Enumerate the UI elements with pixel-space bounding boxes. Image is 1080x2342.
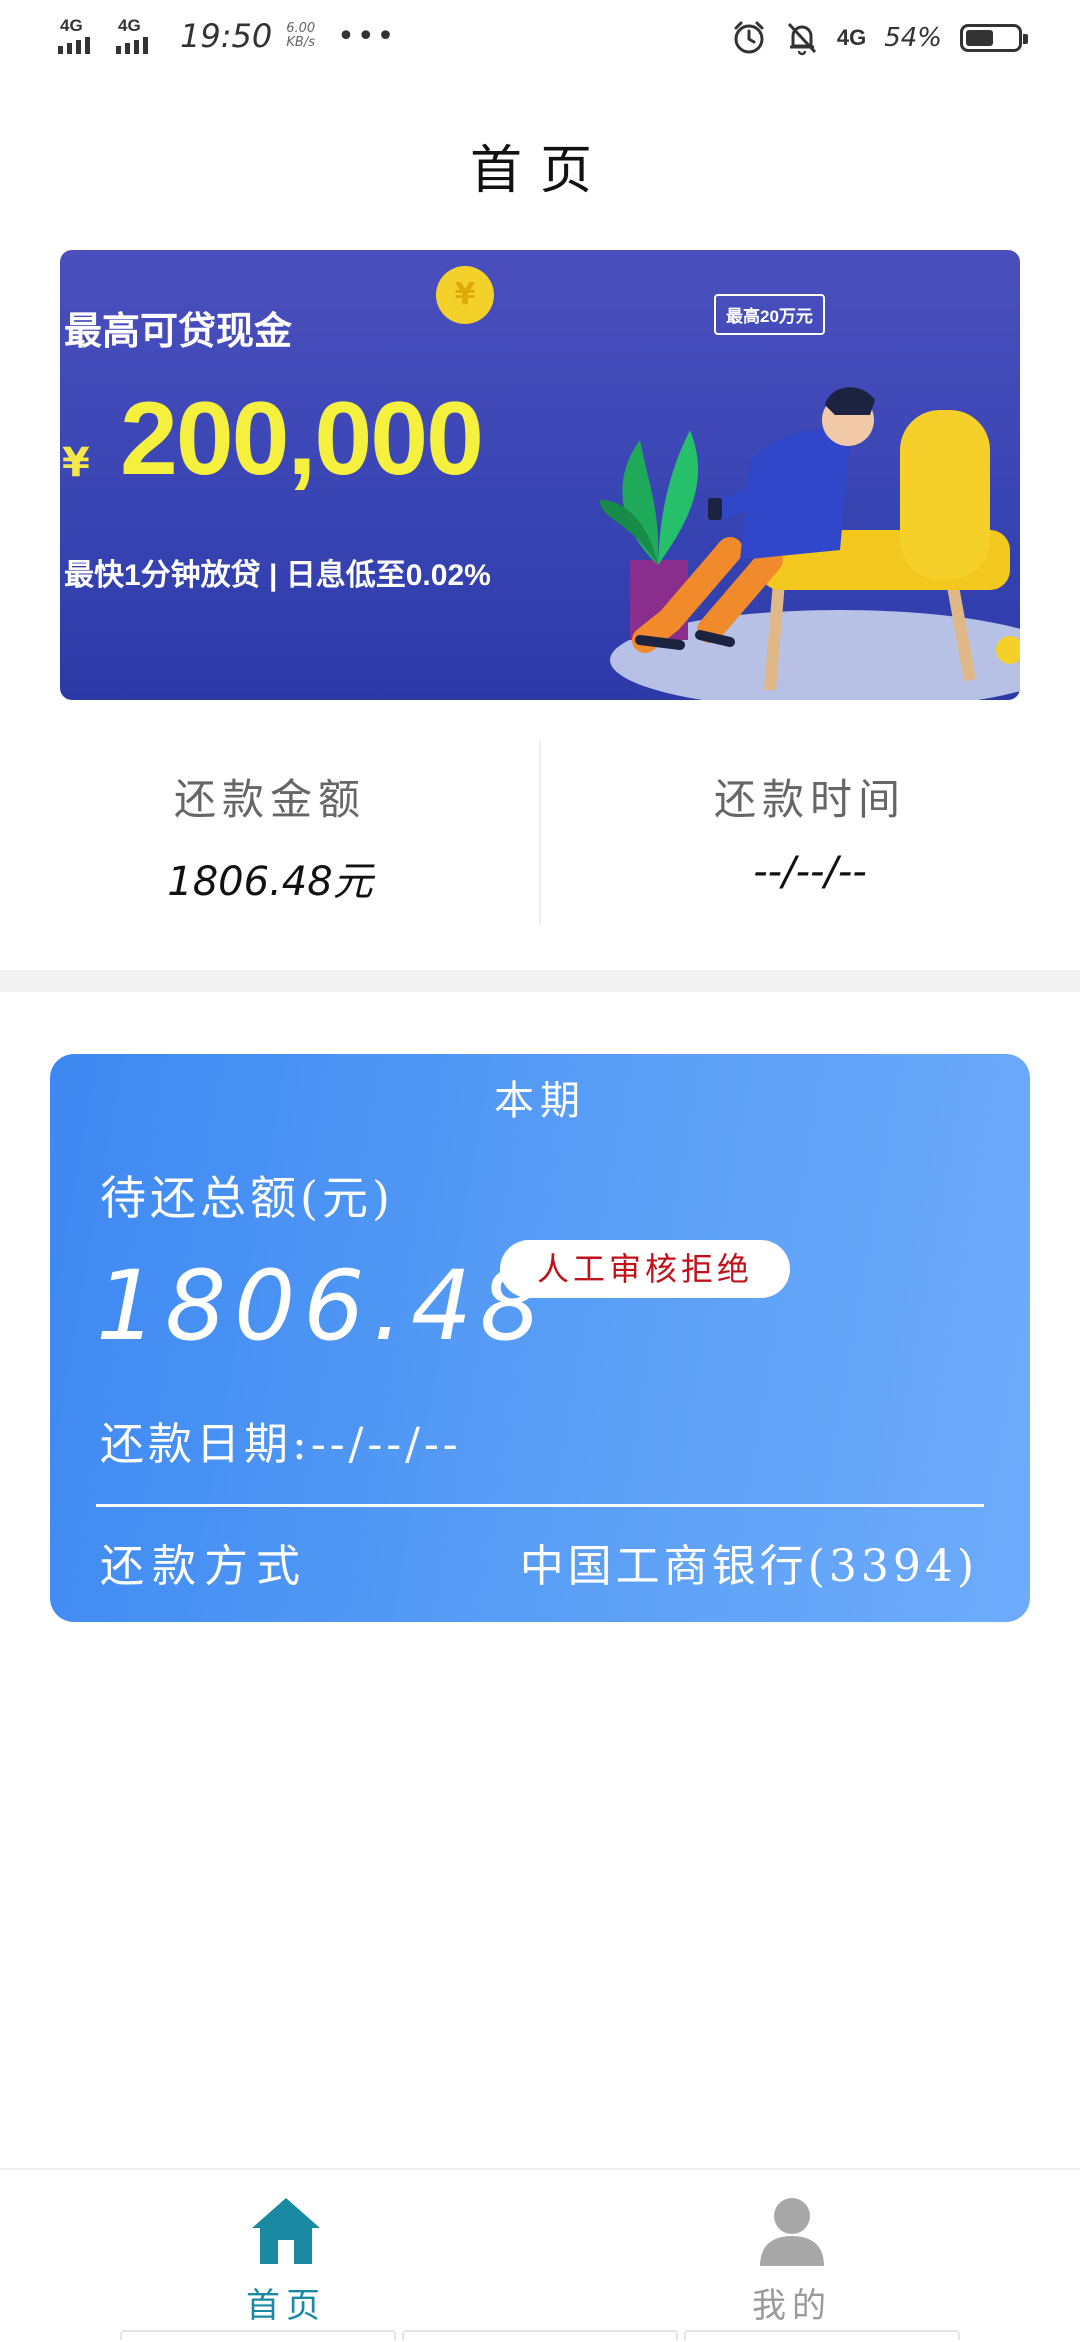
nav-mine-label: 我的 [752, 2286, 832, 2326]
nav-home[interactable]: 首页 [186, 2192, 386, 2327]
speed-value: 6.00 [286, 21, 316, 36]
payment-method-value[interactable]: 中国工商银行(3394) [520, 1530, 978, 1594]
time-summary: 还款时间 --/--/-- [540, 740, 1080, 895]
page-title: 首页 [469, 141, 610, 201]
time-value: --/--/-- [753, 849, 867, 895]
signal-icon: 4G [58, 16, 102, 56]
amount-value: 1806.48元 [167, 859, 373, 905]
current-bill-card[interactable]: 本期 待还总额(元) 1806.48 人工审核拒绝 还款日期:--/--/-- … [50, 1054, 1030, 1622]
banner-subline: 最快1分钟放贷 | 日息低至0.02% [64, 559, 491, 592]
total-due-label: 待还总额(元) [100, 1171, 394, 1225]
home-icon [252, 2198, 320, 2264]
time-label: 还款时间 [713, 775, 906, 824]
mute-bell-icon [787, 22, 816, 56]
coin-icon: ¥ [436, 266, 494, 324]
banner-headline: 最高可贷现金 [64, 311, 293, 353]
payment-method-label: 还款方式 [100, 1541, 308, 1592]
clock: 19:50 [180, 17, 273, 55]
signal-label: 4G [60, 16, 83, 35]
nav-mine[interactable]: 我的 [692, 2192, 892, 2327]
repayment-summary: 还款金额 1806.48元 还款时间 --/--/-- [0, 740, 1080, 930]
banner-amount: 200,000 [120, 381, 484, 497]
network-speed: 6.00 KB/s [286, 22, 315, 50]
status-badge: 人工审核拒绝 [500, 1240, 790, 1298]
bottom-nav: 首页 我的 [0, 2168, 1080, 2342]
banner-currency: ¥ [62, 440, 90, 486]
user-icon [760, 2198, 824, 2266]
section-divider [0, 970, 1080, 992]
due-date: 还款日期:--/--/-- [100, 1419, 462, 1470]
battery-icon [960, 24, 1028, 52]
amount-label: 还款金额 [173, 775, 366, 824]
person-on-chair-illustration [600, 387, 1020, 700]
signal-label: 4G [118, 16, 141, 35]
battery-percent: 54% [884, 23, 942, 53]
nav-home-label: 首页 [246, 2286, 326, 2326]
total-due-value: 1806.48 [96, 1250, 549, 1362]
network-type: 4G [836, 25, 867, 50]
speed-unit: KB/s [286, 35, 315, 50]
signal-icon: 4G [116, 16, 160, 56]
more-notifications-icon: ••• [337, 18, 397, 54]
amount-summary: 还款金额 1806.48元 [0, 740, 540, 907]
divider [96, 1504, 984, 1507]
period-title: 本期 [494, 1078, 586, 1124]
promo-banner[interactable]: 最高可贷现金 ¥ ¥ 200,000 最快1分钟放贷 | 日息低至0.02% 最… [60, 250, 1020, 700]
system-gesture-bar [120, 2330, 960, 2340]
status-bar: 4G 4G 19:50 6.00 KB/s ••• 4G 54% [0, 0, 1080, 80]
alarm-icon [734, 21, 764, 54]
